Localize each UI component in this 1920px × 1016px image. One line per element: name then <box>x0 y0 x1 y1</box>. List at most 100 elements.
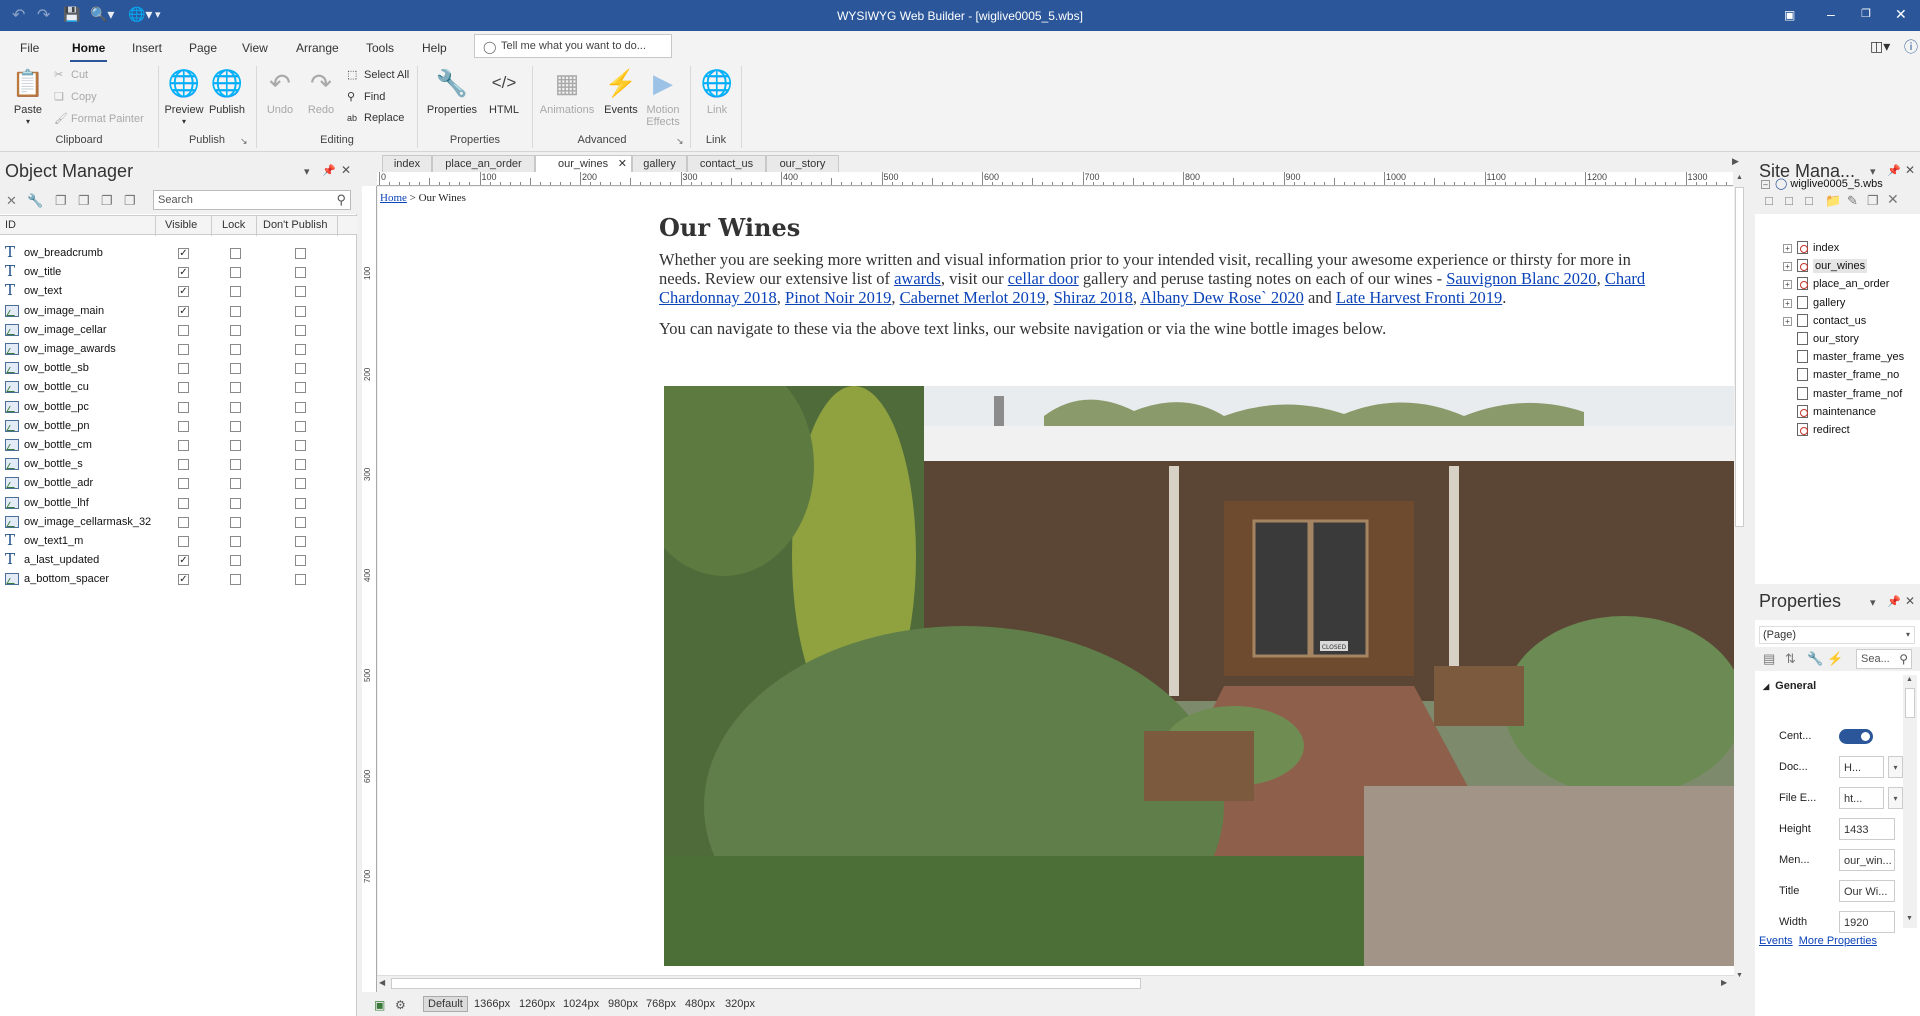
tab-contact-us[interactable]: contact_us <box>687 155 766 172</box>
lock-checkbox[interactable] <box>230 574 241 585</box>
site-page-item[interactable]: redirect <box>1797 423 1850 436</box>
preview-button[interactable]: 🌐 Preview ▾ <box>163 66 205 126</box>
visible-checkbox[interactable] <box>178 402 189 413</box>
site-page-item[interactable]: +our_wines <box>1783 259 1867 272</box>
lock-checkbox[interactable] <box>230 306 241 317</box>
sort-az-icon[interactable]: ⇅ <box>1785 651 1796 667</box>
albany-dew-rose-link[interactable]: Albany Dew Rose` 2020 <box>1140 288 1304 307</box>
object-row[interactable]: Tow_title✓ <box>0 263 357 282</box>
select-all-button[interactable]: ⬚Select All <box>347 68 409 81</box>
page-icon[interactable]: □ <box>1785 193 1793 208</box>
restore-button[interactable]: ❐ <box>1861 7 1871 20</box>
col-lock[interactable]: Lock <box>222 219 245 231</box>
lock-checkbox[interactable] <box>230 325 241 336</box>
object-row[interactable]: Tow_text✓ <box>0 282 357 301</box>
edit-page-icon[interactable]: ✎ <box>1847 193 1858 209</box>
animations-button[interactable]: ▦ Animations <box>537 66 597 116</box>
menu-tools[interactable]: Tools <box>366 41 394 55</box>
scroll-up-icon[interactable]: ▲ <box>1906 676 1913 683</box>
object-row[interactable]: a_bottom_spacer✓ <box>0 570 357 589</box>
breakpoint-default[interactable]: Default <box>423 996 468 1012</box>
panel-menu-icon[interactable]: ▾ <box>304 165 310 178</box>
advanced-launcher-icon[interactable]: ↘ <box>676 136 684 147</box>
lock-checkbox[interactable] <box>230 344 241 355</box>
site-page-item[interactable]: maintenance <box>1797 405 1876 418</box>
ribbon-display-icon[interactable]: ▣ <box>1784 8 1795 22</box>
expand-icon[interactable]: + <box>1783 262 1792 271</box>
visible-checkbox[interactable] <box>178 478 189 489</box>
group-icon[interactable]: ❐ <box>55 193 67 209</box>
lock-checkbox[interactable] <box>230 267 241 278</box>
main-image[interactable]: CLOSED <box>664 386 1734 966</box>
tab-our-story[interactable]: our_story <box>766 155 839 172</box>
object-row[interactable]: ow_bottle_adr <box>0 474 357 493</box>
close-tab-icon[interactable]: ✕ <box>618 157 627 170</box>
lock-checkbox[interactable] <box>230 498 241 509</box>
site-page-item[interactable]: master_frame_no <box>1797 368 1899 381</box>
dont-publish-checkbox[interactable] <box>295 421 306 432</box>
dropdown-arrow-icon[interactable]: ▾ <box>1888 756 1903 778</box>
shiraz-link[interactable]: Shiraz 2018 <box>1054 288 1133 307</box>
expand-icon[interactable]: + <box>1783 244 1792 253</box>
pin-icon[interactable]: 📌 <box>1887 595 1901 608</box>
lock-checkbox[interactable] <box>230 248 241 259</box>
visible-checkbox[interactable] <box>178 421 189 432</box>
lock-checkbox[interactable] <box>230 478 241 489</box>
expand-icon[interactable]: + <box>1783 280 1792 289</box>
replace-button[interactable]: abReplace <box>347 112 404 124</box>
object-selector[interactable]: (Page) ▾ <box>1759 626 1915 644</box>
vertical-scroll-thumb[interactable] <box>1735 187 1744 527</box>
visible-checkbox[interactable]: ✓ <box>178 555 189 566</box>
lock-checkbox[interactable] <box>230 536 241 547</box>
property-value[interactable]: 1433 <box>1839 818 1895 840</box>
dont-publish-checkbox[interactable] <box>295 363 306 374</box>
dont-publish-checkbox[interactable] <box>295 498 306 509</box>
site-page-item[interactable]: master_frame_yes <box>1797 350 1904 363</box>
expand-icon[interactable]: + <box>1783 299 1792 308</box>
site-root[interactable]: –◯ wiglive0005_5.wbs <box>1761 177 1883 190</box>
visible-checkbox[interactable] <box>178 440 189 451</box>
visible-checkbox[interactable] <box>178 536 189 547</box>
visible-checkbox[interactable] <box>178 325 189 336</box>
duplicate-icon[interactable]: ❐ <box>1867 193 1879 209</box>
dont-publish-checkbox[interactable] <box>295 478 306 489</box>
breakpoint-1024[interactable]: 1024px <box>563 998 599 1010</box>
object-row[interactable]: ow_image_main✓ <box>0 302 357 321</box>
menu-page[interactable]: Page <box>189 41 217 55</box>
visible-checkbox[interactable]: ✓ <box>178 286 189 297</box>
copy-button[interactable]: ❏Copy <box>54 90 97 103</box>
send-back-icon[interactable]: ❐ <box>124 193 136 209</box>
col-dont-publish[interactable]: Don't Publish <box>263 219 327 231</box>
lock-checkbox[interactable] <box>230 440 241 451</box>
object-row[interactable]: ow_image_awards <box>0 340 357 359</box>
close-button[interactable]: ✕ <box>1895 6 1907 23</box>
tab-place-an-order[interactable]: place_an_order <box>432 155 535 172</box>
property-value[interactable]: H... <box>1839 756 1884 778</box>
object-row[interactable]: Ta_last_updated✓ <box>0 551 357 570</box>
cellar-door-link[interactable]: cellar door <box>1008 269 1079 288</box>
dont-publish-checkbox[interactable] <box>295 517 306 528</box>
events-button[interactable]: ⚡ Events <box>601 66 641 116</box>
dont-publish-checkbox[interactable] <box>295 344 306 355</box>
property-value[interactable]: Our Wi... <box>1839 880 1895 902</box>
visible-checkbox[interactable]: ✓ <box>178 248 189 259</box>
lock-checkbox[interactable] <box>230 459 241 470</box>
scroll-right-icon[interactable]: ▶ <box>1721 978 1727 987</box>
sauvignon-blanc-link[interactable]: Sauvignon Blanc 2020 <box>1446 269 1596 288</box>
dont-publish-checkbox[interactable] <box>295 286 306 297</box>
scroll-left-icon[interactable]: ◀ <box>379 978 385 987</box>
breakpoint-480[interactable]: 480px <box>685 998 715 1010</box>
redo-button[interactable]: ↷ Redo <box>303 66 339 116</box>
visible-checkbox[interactable] <box>178 344 189 355</box>
categorized-icon[interactable]: ▤ <box>1763 651 1775 667</box>
dont-publish-checkbox[interactable] <box>295 402 306 413</box>
vertical-scrollbar[interactable]: ▲ ▼ <box>1734 172 1745 984</box>
tab-index[interactable]: index <box>382 155 432 172</box>
lock-checkbox[interactable] <box>230 421 241 432</box>
site-page-item[interactable]: +place_an_order <box>1783 277 1889 290</box>
link-button[interactable]: 🌐 Link <box>697 66 737 116</box>
object-row[interactable]: ow_bottle_lhf <box>0 494 357 513</box>
scroll-down-icon[interactable]: ▼ <box>1906 915 1913 922</box>
ungroup-icon[interactable]: ❐ <box>78 193 90 209</box>
tab-gallery[interactable]: gallery <box>632 155 687 172</box>
